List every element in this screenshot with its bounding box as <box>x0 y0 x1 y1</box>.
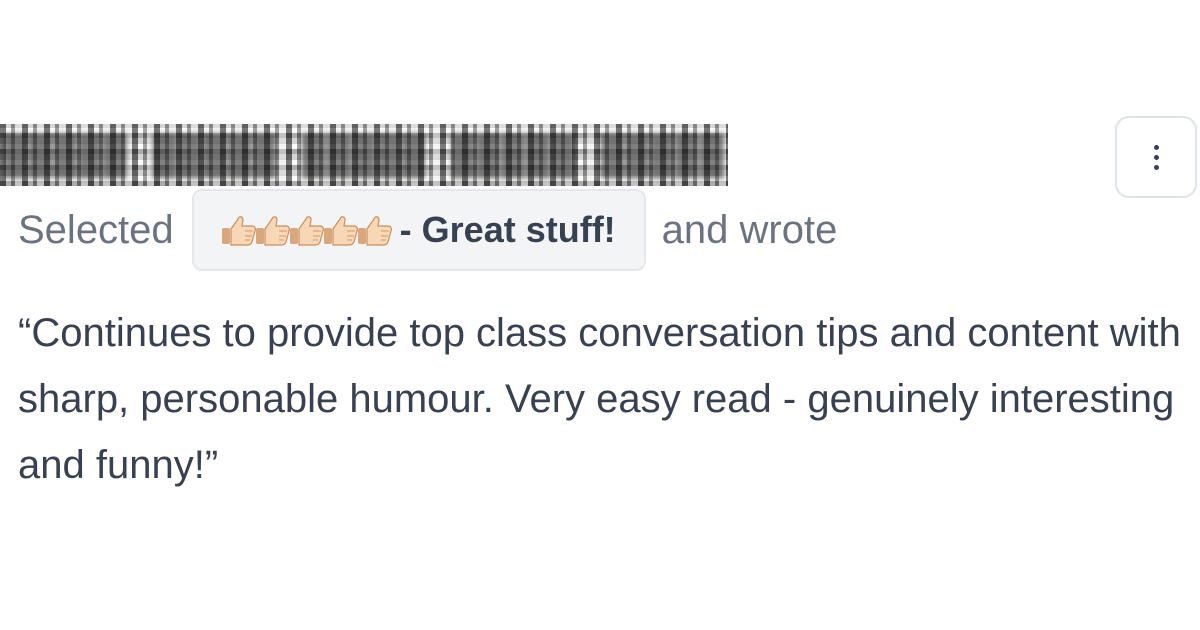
rating-line: Selected - Great stuff! and wrote <box>18 188 837 272</box>
review-text: “Continues to provide top class conversa… <box>18 311 1181 487</box>
thumbs-up-icon <box>220 213 258 247</box>
review-card: █████ █████ █████ █████ █████ Selected -… <box>0 0 1200 630</box>
more-options-button[interactable] <box>1115 116 1197 198</box>
thumbs-up-icon <box>254 213 292 247</box>
more-vertical-icon <box>1153 144 1159 170</box>
thumbs-up-icon <box>288 213 326 247</box>
rating-label: - Great stuff! <box>399 209 616 250</box>
thumbs-up-icon <box>356 213 394 247</box>
thumbs-up-rating <box>220 213 392 247</box>
selected-label: Selected <box>18 207 174 252</box>
author-name: █████ █████ █████ █████ █████ <box>4 134 726 178</box>
author-name-pixelated: █████ █████ █████ █████ █████ <box>0 124 728 186</box>
wrote-label: and wrote <box>661 207 838 252</box>
rating-badge: - Great stuff! <box>191 189 646 271</box>
thumbs-up-icon <box>322 213 360 247</box>
